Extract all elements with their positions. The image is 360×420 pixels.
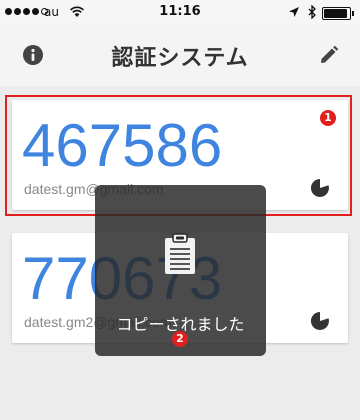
bluetooth-icon xyxy=(308,5,316,19)
countdown-timer-icon xyxy=(310,311,329,330)
countdown-timer-icon xyxy=(310,178,329,197)
location-arrow-icon xyxy=(289,7,299,17)
annotation-badge-1: 1 xyxy=(320,110,336,126)
app-header: 認証システム xyxy=(0,24,360,86)
annotation-badge-2: 2 xyxy=(172,331,188,347)
battery-icon xyxy=(322,7,354,20)
clipboard-icon xyxy=(165,233,195,274)
app-title: 認証システム xyxy=(111,46,249,71)
pencil-icon[interactable] xyxy=(318,44,340,66)
status-bar: au 11:16 xyxy=(0,0,360,24)
status-time: 11:16 xyxy=(159,4,201,19)
otp-code[interactable]: 467586 xyxy=(22,114,222,178)
